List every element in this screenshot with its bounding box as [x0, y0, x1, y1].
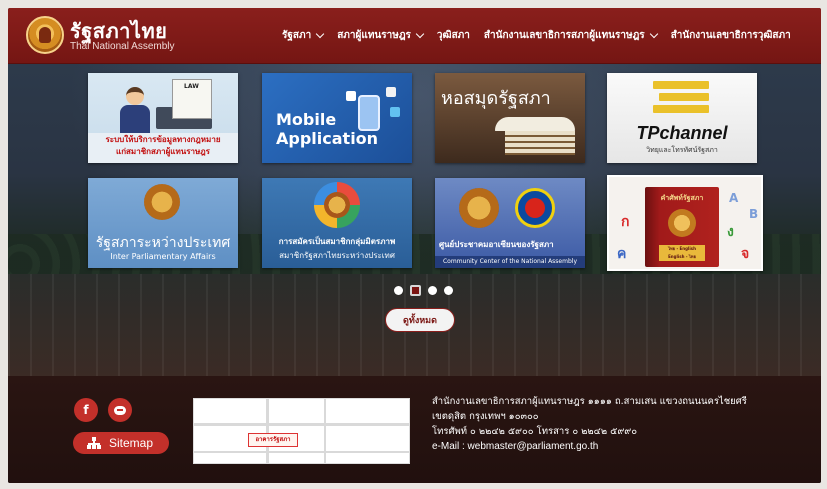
carousel-dot[interactable] — [394, 286, 403, 295]
facebook-icon[interactable]: f — [74, 398, 98, 422]
map-road — [194, 451, 409, 453]
char-decoration: A — [729, 191, 739, 205]
char-decoration: ง — [727, 224, 734, 240]
line-icon[interactable] — [108, 398, 132, 422]
tile-parliament-library[interactable]: หอสมุดรัฐสภา — [435, 73, 585, 163]
social-links: f — [74, 398, 132, 422]
tile-asean-center[interactable]: ศูนย์ประชาคมอาเซียนของรัฐสภา Community C… — [435, 178, 585, 268]
book-label-line: English - ไทย — [668, 254, 696, 259]
app-icon — [346, 91, 356, 101]
book-stack-icon — [505, 131, 575, 155]
nav-item-label: วุฒิสภา — [436, 30, 470, 41]
tile-tpchannel[interactable]: TPchannel วิทยุและโทรทัศน์รัฐสภา — [607, 73, 757, 163]
book-label: ไทย - English English - ไทย — [659, 245, 705, 261]
carousel-dot-active[interactable] — [410, 285, 421, 296]
dictionary-book-icon: คำศัพท์รัฐสภา ไทย - English English - ไท… — [645, 187, 719, 267]
carousel-dot[interactable] — [428, 286, 437, 295]
tile-caption: หอสมุดรัฐสภา — [441, 88, 551, 109]
sitemap-label: Sitemap — [109, 436, 154, 450]
friendship-logo-icon — [314, 182, 360, 228]
nav-item-label: รัฐสภา — [282, 30, 312, 41]
carousel-dot[interactable] — [444, 286, 453, 295]
site-header: รัฐสภาไทย Thai National Assembly รัฐสภา … — [8, 8, 821, 64]
sitemap-icon — [87, 437, 101, 449]
address-line: สำนักงานเลขาธิการสภาผู้แทนราษฎร ๑๑๑๑ ถ.ส… — [432, 396, 747, 407]
tpchannel-logo-bar — [659, 93, 709, 101]
nav-item-label: สำนักงานเลขาธิการสภาผู้แทนราษฎร — [483, 30, 645, 41]
tile-caption: Inter Parliamentary Affairs — [110, 252, 216, 261]
parliament-seal-icon — [459, 188, 499, 228]
address-line: เขตดุสิต กรุงเทพฯ ๑๐๓๐๐ — [432, 411, 539, 422]
tile-caption: วิทยุและโทรทัศน์รัฐสภา — [646, 146, 718, 154]
map-road — [266, 399, 269, 463]
map-pin-parliament: อาคารรัฐสภา — [248, 433, 298, 447]
parliament-seal-icon — [668, 209, 696, 237]
smartphone-icon — [358, 95, 380, 131]
chevron-down-icon — [415, 29, 425, 39]
tile-caption: Application — [276, 129, 379, 148]
sitemap-button[interactable]: Sitemap — [73, 432, 169, 454]
char-decoration: ก — [621, 214, 630, 230]
chevron-down-icon — [315, 29, 325, 39]
person-body — [120, 105, 150, 133]
nav-item-senate-secretariat[interactable]: สำนักงานเลขาธิการวุฒิสภา — [671, 28, 791, 43]
tile-inter-parliamentary[interactable]: รัฐสภาระหว่างประเทศ Inter Parliamentary … — [88, 178, 238, 268]
book-label-line: ไทย - English — [668, 246, 696, 251]
tile-caption: TPchannel — [636, 123, 728, 143]
document-label: LAW — [184, 83, 199, 90]
tile-mobile-application[interactable]: Mobile Application — [262, 73, 412, 163]
sitemap-node — [97, 445, 101, 449]
sitemap-node — [87, 445, 91, 449]
nav-item-label: สภาผู้แทนราษฎร — [337, 30, 411, 41]
parliament-logo-icon[interactable] — [26, 16, 64, 54]
tile-caption: ศูนย์ประชาคมอาเซียนของรัฐสภา — [439, 240, 554, 249]
hero-banner: LAW ระบบให้บริการข้อมูลทางกฎหมาย แก่สมาช… — [8, 64, 821, 376]
char-decoration: ค — [617, 246, 627, 262]
char-decoration: B — [749, 207, 759, 221]
view-all-button[interactable]: ดูทั้งหมด — [385, 308, 455, 332]
tile-law-service[interactable]: LAW ระบบให้บริการข้อมูลทางกฎหมาย แก่สมาช… — [88, 73, 238, 163]
tile-caption: รัฐสภาระหว่างประเทศ — [95, 235, 231, 251]
nav-item-parliament[interactable]: รัฐสภา — [282, 28, 325, 43]
chevron-down-icon — [649, 29, 658, 39]
nav-item-house-of-representatives[interactable]: สภาผู้แทนราษฎร — [337, 28, 425, 43]
parliament-seal-icon — [144, 184, 180, 220]
email-line[interactable]: e-Mail : webmaster@parliament.go.th — [432, 439, 747, 454]
person-head — [126, 87, 144, 105]
tile-caption: การสมัครเป็นสมาชิกกลุ่มมิตรภาพ — [278, 237, 396, 246]
tile-caption: Mobile — [276, 110, 337, 129]
brand-title-english[interactable]: Thai National Assembly — [70, 41, 175, 52]
tile-caption: สมาชิกรัฐสภาไทยระหว่างประเทศ — [279, 251, 395, 260]
nav-item-senate[interactable]: วุฒิสภา — [437, 28, 470, 43]
tpchannel-logo-bar — [653, 105, 709, 113]
service-tiles: LAW ระบบให้บริการข้อมูลทางกฎหมาย แก่สมาช… — [88, 73, 763, 273]
open-book-icon — [495, 117, 575, 131]
tpchannel-logo-bar — [653, 81, 709, 89]
facebook-glyph: f — [83, 403, 89, 417]
page: รัฐสภาไทย Thai National Assembly รัฐสภา … — [8, 8, 821, 483]
main-nav: รัฐสภา สภาผู้แทนราษฎร วุฒิสภา สำนักงานเล… — [282, 28, 791, 43]
nav-item-label: สำนักงานเลขาธิการวุฒิสภา — [670, 30, 791, 41]
map-road — [194, 423, 409, 426]
asean-logo-icon — [515, 188, 555, 228]
line-bubble-glyph — [114, 405, 126, 415]
tile-caption: Community Center of the National Assembl… — [435, 256, 585, 268]
app-icon — [386, 87, 396, 97]
tile-parliament-dictionary[interactable]: ก ค ง จ A B คำศัพท์รัฐสภา ไทย - English … — [607, 175, 763, 271]
carousel-indicators — [394, 285, 453, 296]
sitemap-node — [92, 445, 96, 449]
book-title: คำศัพท์รัฐสภา — [660, 194, 704, 202]
tile-caption: แก่สมาชิกสภาผู้แทนราษฎร — [116, 147, 210, 156]
site-footer: f Sitemap อาคารรัฐสภา สำนักงานเลขาธิการส — [8, 376, 821, 483]
location-map[interactable]: อาคารรัฐสภา — [193, 398, 410, 464]
map-road — [324, 399, 326, 463]
contact-info: สำนักงานเลขาธิการสภาผู้แทนราษฎร ๑๑๑๑ ถ.ส… — [432, 394, 747, 454]
tile-friendship-group[interactable]: การสมัครเป็นสมาชิกกลุ่มมิตรภาพ สมาชิกรัฐ… — [262, 178, 412, 268]
phone-fax-line: โทรศัพท์ ๐ ๒๒๔๒ ๕๙๐๐ โทรสาร ๐ ๒๒๔๒ ๕๙๙๐ — [432, 426, 638, 437]
nav-item-house-secretariat[interactable]: สำนักงานเลขาธิการสภาผู้แทนราษฎร — [483, 28, 658, 43]
char-decoration: จ — [741, 246, 750, 262]
app-icon — [390, 107, 400, 117]
lawyer-illustration-icon — [118, 87, 152, 133]
